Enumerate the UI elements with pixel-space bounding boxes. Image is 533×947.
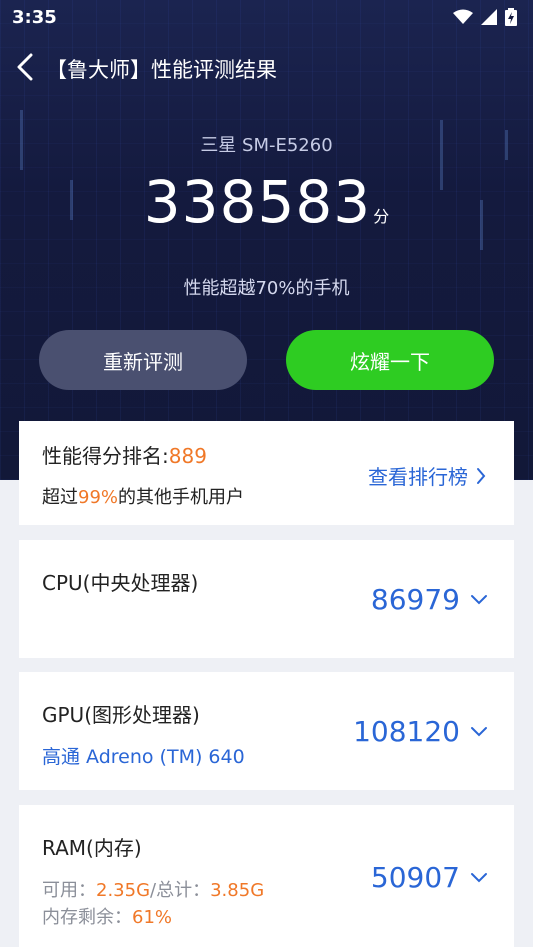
cpu-score-value: 86979 — [370, 583, 460, 616]
wifi-icon — [453, 9, 473, 24]
exceed-percent: 99% — [78, 487, 119, 508]
status-icons — [453, 8, 517, 26]
rank-exceed-text: 超过99%的其他手机用户 — [42, 483, 244, 509]
rank-value: 889 — [168, 444, 207, 468]
title-bar: 【鲁大师】性能评测结果 — [0, 44, 533, 90]
cpu-label: CPU(中央处理器) — [42, 571, 199, 595]
share-button[interactable]: 炫耀一下 — [286, 330, 494, 390]
chevron-right-icon — [477, 467, 486, 484]
total-score-value: 338583 — [143, 168, 372, 236]
chevron-down-icon[interactable] — [470, 726, 488, 738]
ram-score: 50907 — [371, 861, 488, 894]
battery-charging-icon — [505, 8, 517, 26]
ram-total-label: /总计： — [150, 880, 211, 901]
ram-remain-value: 61% — [132, 907, 173, 928]
chevron-down-icon[interactable] — [470, 594, 488, 606]
exceed-prefix: 超过 — [42, 487, 78, 508]
ram-label: RAM(内存) — [42, 836, 142, 860]
gpu-model: 高通 Adreno (TM) 640 — [42, 746, 245, 768]
signal-icon — [481, 9, 497, 25]
exceed-suffix: 的其他手机用户 — [118, 487, 245, 508]
ram-card[interactable]: RAM(内存) 可用：2.35G/总计：3.85G 内存剩余：61% 50907 — [19, 805, 514, 947]
gpu-score-value: 108120 — [353, 715, 460, 748]
rank-label: 性能得分排名: — [42, 444, 169, 468]
gpu-card[interactable]: GPU(图形处理器) 高通 Adreno (TM) 640 108120 — [19, 672, 514, 790]
ram-available-value: 2.35G — [96, 880, 151, 901]
gpu-label: GPU(图形处理器) — [42, 703, 200, 727]
retest-button[interactable]: 重新评测 — [39, 330, 247, 390]
back-button[interactable] — [10, 52, 40, 82]
ram-usage: 可用：2.35G/总计：3.85G — [42, 876, 264, 902]
rank-title: 性能得分排名:889 — [42, 440, 207, 469]
status-bar: 3:35 — [0, 0, 533, 36]
status-time: 3:35 — [12, 7, 57, 28]
page-title: 【鲁大师】性能评测结果 — [46, 58, 277, 82]
ram-available-label: 可用： — [42, 880, 96, 901]
score-unit: 分 — [373, 207, 390, 226]
total-score: 338583 分 — [0, 168, 533, 236]
ram-score-value: 50907 — [370, 861, 460, 894]
view-leaderboard-link[interactable]: 查看排行榜 — [368, 461, 486, 490]
chevron-left-icon — [17, 53, 33, 81]
device-name: 三星 SM-E5260 — [200, 135, 333, 156]
gpu-score: 108120 — [353, 715, 488, 748]
ram-total-value: 3.85G — [210, 880, 265, 901]
ram-remain-label: 内存剩余： — [42, 907, 132, 928]
leaderboard-link-label: 查看排行榜 — [368, 465, 468, 489]
beat-percentage-text: 性能超越70%的手机 — [183, 278, 350, 299]
cpu-card[interactable]: CPU(中央处理器) 86979 — [19, 540, 514, 658]
chevron-down-icon[interactable] — [470, 872, 488, 884]
ram-remain: 内存剩余：61% — [42, 903, 172, 929]
rank-card: 性能得分排名:889 超过99%的其他手机用户 查看排行榜 — [19, 421, 514, 525]
cpu-score: 86979 — [371, 583, 488, 616]
